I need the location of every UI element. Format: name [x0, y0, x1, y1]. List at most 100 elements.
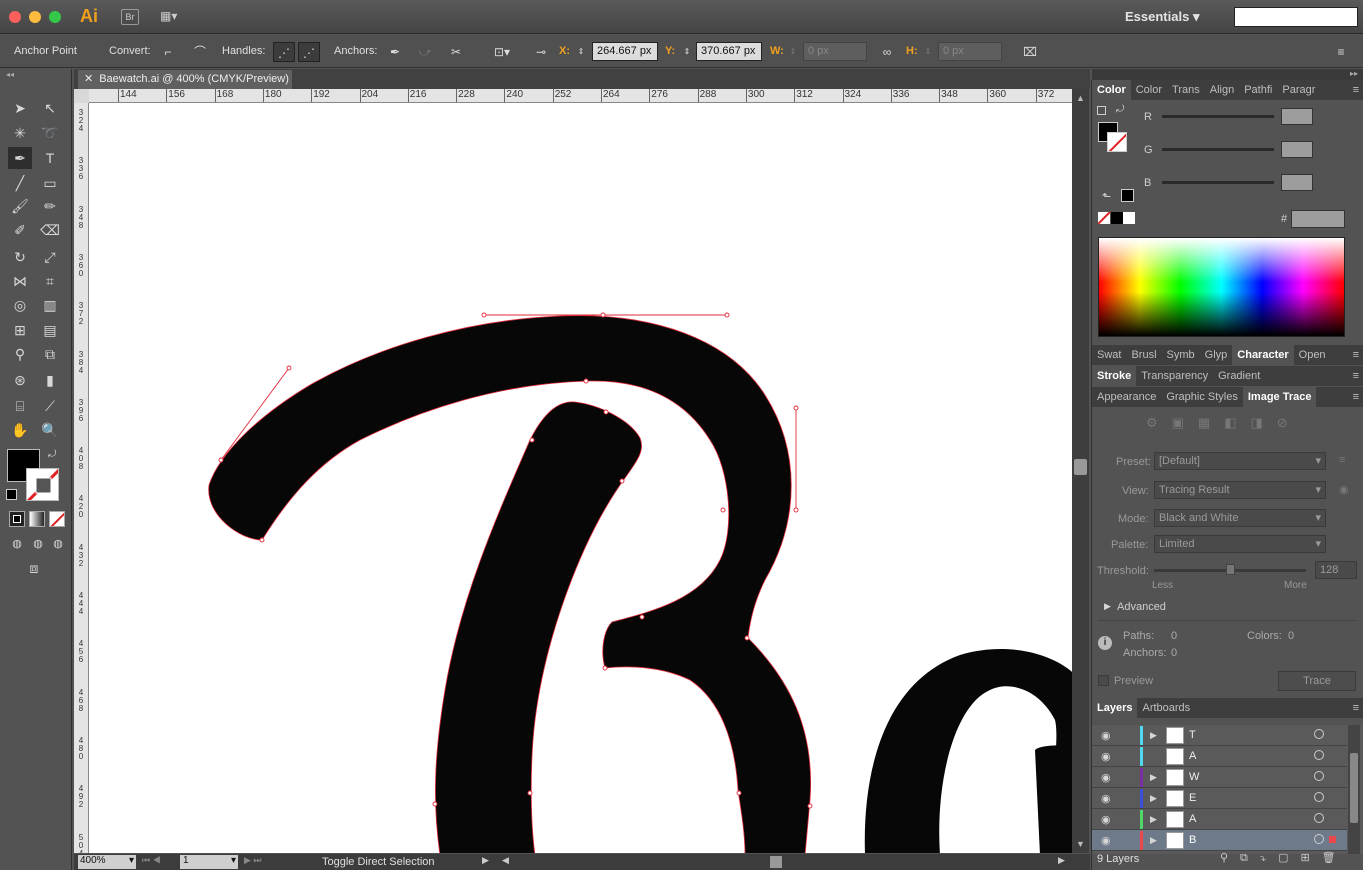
w-field[interactable]: 0 px: [803, 42, 867, 61]
tab-pathfinder[interactable]: Pathfi: [1239, 80, 1277, 100]
w-stepper[interactable]: ⇕: [787, 42, 799, 62]
threshold-field[interactable]: 128: [1315, 561, 1357, 579]
h-field[interactable]: 0 px: [938, 42, 1002, 61]
tab-brushes[interactable]: Brusl: [1126, 345, 1161, 365]
remove-anchor-icon[interactable]: ✒: [384, 42, 406, 62]
artboard-canvas[interactable]: [89, 103, 1072, 853]
target-icon[interactable]: [1314, 729, 1324, 739]
none-mode-icon[interactable]: [49, 511, 65, 527]
free-transform-tool-icon[interactable]: ⌗: [38, 270, 62, 292]
isolate-icon[interactable]: ⌧: [1019, 42, 1041, 62]
y-field[interactable]: 370.667 px: [696, 42, 762, 61]
symbol-sprayer-tool-icon[interactable]: ⊛: [8, 369, 32, 391]
gradient-tool-icon[interactable]: ▤: [38, 319, 62, 341]
view-eye-icon[interactable]: ◉: [1339, 483, 1349, 496]
tab-color-guide[interactable]: Color: [1131, 80, 1167, 100]
preset-select[interactable]: [Default] ▾: [1154, 452, 1326, 470]
target-icon[interactable]: [1314, 750, 1324, 760]
horizontal-ruler[interactable]: 144 156 168 180 192 204 216 228 240 252 264 276 288 3…: [89, 89, 1072, 103]
scroll-right-icon[interactable]: ▶: [1058, 855, 1065, 866]
threshold-slider-thumb[interactable]: [1226, 564, 1235, 575]
target-icon[interactable]: [1314, 834, 1324, 844]
stroke-swatch[interactable]: [26, 468, 59, 501]
layers-scrollbar[interactable]: [1348, 725, 1360, 854]
layers-panel-menu-icon[interactable]: ≡: [1348, 698, 1363, 718]
arrange-documents-icon[interactable]: ▦▾: [160, 9, 188, 25]
mesh-tool-icon[interactable]: ⊞: [8, 319, 32, 341]
vertical-ruler[interactable]: 3 2 4 3 3 6 3 4 8 3 6 0 3 7 2 3 8 4 3 9 6 4 0 8…: [74, 103, 89, 853]
scroll-left-icon[interactable]: ◀: [502, 855, 509, 866]
layers-footer-icons[interactable]: ⚲⧉⤵▢⊞🗑: [1220, 851, 1348, 865]
tab-gradient[interactable]: Gradient: [1213, 366, 1265, 386]
visibility-eye-icon[interactable]: ◉: [1101, 834, 1111, 847]
rotate-tool-icon[interactable]: ↻: [8, 246, 32, 268]
selection-tool-icon[interactable]: ➤: [8, 97, 32, 119]
convert-to-smooth-icon[interactable]: ⌒: [189, 42, 211, 62]
expand-layer-icon[interactable]: ▶: [1150, 730, 1157, 741]
selection-indicator[interactable]: [1329, 836, 1336, 843]
layer-row[interactable]: ◉ ▶ T: [1092, 725, 1347, 746]
layer-row-selected[interactable]: ◉ ▶ B: [1092, 830, 1347, 851]
minimize-window-icon[interactable]: [29, 11, 41, 23]
document-tab[interactable]: ✕ Baewatch.ai @ 400% (CMYK/Preview): [78, 70, 292, 89]
layer-name[interactable]: W: [1189, 771, 1199, 783]
mode-select[interactable]: Black and White ▾: [1154, 509, 1326, 527]
b-slider[interactable]: [1162, 181, 1274, 184]
expand-layer-icon[interactable]: ▶: [1150, 814, 1157, 825]
tab-image-trace[interactable]: Image Trace: [1242, 387, 1317, 407]
out-of-gamut-icon[interactable]: ⬑: [1102, 190, 1111, 203]
rectangle-tool-icon[interactable]: ▭: [38, 172, 62, 194]
line-segment-tool-icon[interactable]: ╱: [8, 172, 32, 194]
white-color-swatch[interactable]: [1123, 212, 1135, 224]
layer-row[interactable]: ◉ ▶ E: [1092, 788, 1347, 809]
preview-checkbox[interactable]: [1098, 675, 1109, 686]
r-value-field[interactable]: [1281, 108, 1313, 125]
first-artboard-icon[interactable]: ⏮ ◀: [142, 855, 161, 866]
layer-name[interactable]: A: [1189, 813, 1196, 825]
status-menu-icon[interactable]: ▶: [482, 855, 489, 866]
lasso-tool-icon[interactable]: ➰: [38, 122, 62, 144]
advanced-label[interactable]: Advanced: [1117, 601, 1166, 613]
layers-scroll-thumb[interactable]: [1350, 753, 1358, 823]
y-stepper[interactable]: ⇕: [681, 42, 693, 62]
swap-colors-icon[interactable]: ⤾: [1116, 104, 1124, 115]
draw-inside-icon[interactable]: ◍: [46, 533, 70, 555]
tab-appearance[interactable]: Appearance: [1092, 387, 1161, 407]
visibility-eye-icon[interactable]: ◉: [1101, 813, 1111, 826]
view-select[interactable]: Tracing Result ▾: [1154, 481, 1326, 499]
tab-swatches[interactable]: Swat: [1092, 345, 1126, 365]
screen-mode-icon[interactable]: ⧈: [22, 557, 46, 579]
close-tab-icon[interactable]: ✕: [84, 73, 93, 85]
reference-point-icon[interactable]: ⊡▾: [487, 42, 517, 62]
control-panel-menu-icon[interactable]: ≡: [1330, 42, 1352, 62]
direct-selection-tool-icon[interactable]: ↖: [38, 97, 62, 119]
tab-opentype[interactable]: Open: [1294, 345, 1331, 365]
blend-tool-icon[interactable]: ⧉: [38, 343, 62, 365]
expand-layer-icon[interactable]: ▶: [1150, 793, 1157, 804]
target-icon[interactable]: [1314, 792, 1324, 802]
convert-to-corner-icon[interactable]: ⌐: [157, 42, 179, 62]
gradient-mode-icon[interactable]: [29, 511, 45, 527]
cut-path-icon[interactable]: ✂: [445, 42, 467, 62]
h-stepper[interactable]: ⇕: [922, 42, 934, 62]
layer-name[interactable]: T: [1189, 729, 1196, 741]
x-stepper[interactable]: ⇕: [575, 42, 587, 62]
align-icon[interactable]: ⊸: [530, 42, 552, 62]
column-graph-tool-icon[interactable]: ▮: [38, 369, 62, 391]
swap-fill-stroke-icon[interactable]: ⤾: [48, 449, 56, 460]
collapse-dock-icon[interactable]: ▸▸: [1092, 69, 1363, 80]
scroll-down-icon[interactable]: ▼: [1076, 839, 1085, 849]
connect-endpoints-icon[interactable]: ⤻: [414, 42, 436, 62]
blob-brush-tool-icon[interactable]: ✐: [8, 219, 32, 241]
type-tool-icon[interactable]: T: [38, 147, 62, 169]
scale-tool-icon[interactable]: ⤢: [38, 246, 62, 268]
ruler-origin[interactable]: [74, 89, 89, 103]
tab-color[interactable]: Color: [1092, 80, 1131, 100]
layer-row[interactable]: ◉ ▶ W: [1092, 767, 1347, 788]
b-value-field[interactable]: [1281, 174, 1313, 191]
g-value-field[interactable]: [1281, 141, 1313, 158]
artboard-navigation-field[interactable]: 1 ▾: [180, 855, 238, 869]
collapse-tools-icon[interactable]: ◂◂: [6, 70, 14, 79]
tab-transform[interactable]: Trans: [1167, 80, 1205, 100]
width-tool-icon[interactable]: ⋈: [8, 270, 32, 292]
